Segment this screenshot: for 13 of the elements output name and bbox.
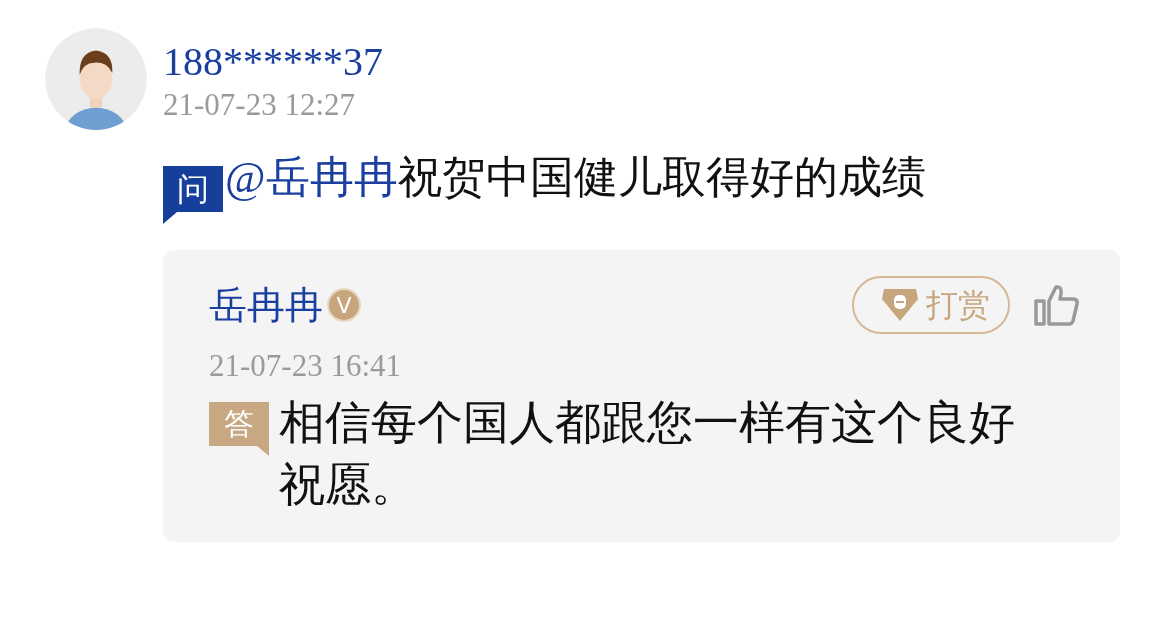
- post-time: 21-07-23 12:27: [163, 86, 356, 124]
- answerer-name[interactable]: 岳冉冉: [209, 279, 323, 331]
- verified-badge: V: [327, 288, 361, 322]
- answer-text: 相信每个国人都跟您一样有这个良好祝愿。: [279, 396, 1016, 512]
- thumbs-up-icon[interactable]: [1034, 283, 1080, 327]
- question-tag: 问: [163, 166, 223, 224]
- username[interactable]: 188******37: [163, 38, 1125, 86]
- avatar-icon[interactable]: [45, 28, 147, 130]
- gem-icon: [880, 287, 920, 323]
- answer-tag: 答: [209, 402, 269, 456]
- reply-time: 21-07-23 16:41: [209, 347, 402, 385]
- question-text: 祝贺中国健儿取得好的成绩: [397, 153, 926, 202]
- mention-link[interactable]: @岳冉冉: [225, 153, 398, 202]
